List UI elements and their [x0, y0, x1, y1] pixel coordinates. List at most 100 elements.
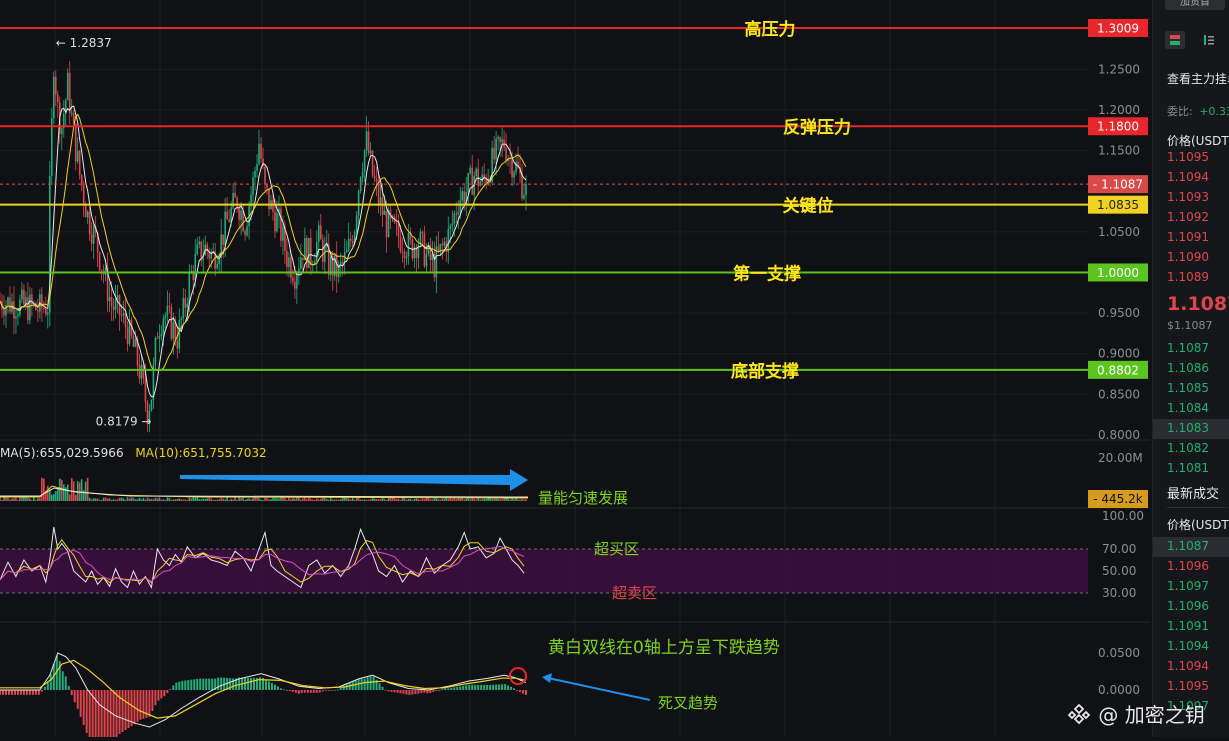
- macd-histogram-bar: [444, 688, 447, 690]
- macd-histogram-bar: [193, 679, 196, 690]
- bid-row[interactable]: 1.1087: [1167, 341, 1209, 355]
- candle-body: [467, 173, 470, 193]
- ask-row[interactable]: 1.1094: [1167, 170, 1209, 184]
- volume-bar: [210, 498, 212, 501]
- volume-bar: [337, 499, 340, 501]
- candle-body: [244, 230, 246, 236]
- macd-histogram-bar: [516, 690, 519, 691]
- levels: 高压力 1.3009 反弹压力 1.1800 关键位 1.0835 第一支撑 1.0000 底部…: [0, 19, 1148, 382]
- volume-bar: [132, 497, 135, 501]
- volume-bar: [321, 498, 324, 501]
- candle-body: [274, 211, 276, 232]
- macd-histogram-bar: [315, 690, 318, 693]
- macd-histogram-bar: [513, 688, 516, 690]
- price-chart[interactable]: 高压力 1.3009 反弹压力 1.1800 关键位 1.0835 第一支撑 1.0000 底部…: [0, 0, 1152, 741]
- volume-bar: [56, 488, 59, 501]
- volume-bar: [124, 499, 127, 501]
- candle-body: [280, 208, 282, 241]
- candle-body: [198, 241, 201, 245]
- volume-bar: [80, 479, 83, 501]
- volume-bar: [202, 498, 205, 501]
- volume-bar: [437, 499, 440, 501]
- volume-bar: [146, 497, 149, 501]
- macd-histogram-bar: [264, 679, 267, 690]
- volume-annotation: 量能匀速发展: [538, 489, 628, 507]
- volume-bar: [47, 485, 49, 501]
- level-label: 反弹压力: [783, 117, 851, 138]
- volume-bar: [240, 498, 242, 501]
- volume-bar: [515, 498, 517, 501]
- candle-body: [310, 238, 312, 266]
- volume-bar: [39, 498, 41, 501]
- volume-bar: [13, 498, 15, 501]
- macd-histogram-bar: [390, 690, 393, 692]
- ask-row[interactable]: 1.1093: [1167, 190, 1209, 204]
- candle-body: [268, 188, 270, 210]
- candle-body: [441, 243, 444, 246]
- volume-bar: [369, 499, 372, 501]
- bid-row[interactable]: 1.1081: [1167, 461, 1209, 475]
- bid-row[interactable]: 1.1082: [1167, 441, 1209, 455]
- bid-row[interactable]: 1.1083: [1167, 421, 1209, 435]
- volume-bar: [481, 499, 483, 501]
- volume-bar: [17, 499, 19, 501]
- candle-body: [375, 178, 378, 182]
- volume-bar: [33, 497, 35, 501]
- volume-bar: [192, 497, 195, 501]
- bid-row[interactable]: 1.1084: [1167, 401, 1209, 415]
- macd-histogram-bar: [0, 690, 1, 695]
- volume-bar: [280, 497, 282, 501]
- ask-row[interactable]: 1.1090: [1167, 250, 1209, 264]
- candle-body: [449, 225, 452, 230]
- volume-bar: [479, 499, 481, 501]
- macd-histogram-bar: [151, 690, 154, 712]
- macd-histogram-bar: [405, 690, 408, 695]
- volume-bar: [114, 499, 117, 501]
- bid-row[interactable]: 1.1086: [1167, 361, 1209, 375]
- macd-histogram-bar: [507, 685, 510, 690]
- candle-body: [254, 170, 256, 178]
- ask-row[interactable]: 1.1091: [1167, 230, 1209, 244]
- volume-bar: [327, 499, 330, 501]
- candle-body: [419, 231, 422, 245]
- candle-body: [503, 139, 505, 148]
- candle-body: [246, 226, 248, 236]
- candle-body: [80, 175, 83, 186]
- macd-histogram-bar: [43, 686, 46, 690]
- ask-row[interactable]: 1.1092: [1167, 210, 1209, 224]
- chart-area[interactable]: 高压力 1.3009 反弹压力 1.1800 关键位 1.0835 第一支撑 1.0000 底部…: [0, 0, 1152, 741]
- macd-histogram-bar: [480, 684, 483, 690]
- book-both-icon[interactable]: [1165, 31, 1185, 49]
- ask-row[interactable]: 1.1095: [1167, 150, 1209, 164]
- macd-histogram-bar: [273, 684, 276, 690]
- volume-bar: [308, 497, 310, 501]
- top-button[interactable]: 加货首: [1165, 0, 1225, 10]
- volume-bar: [357, 497, 360, 501]
- macd-histogram-bar: [190, 679, 193, 690]
- volume-bar: [272, 498, 274, 501]
- depth-link[interactable]: 查看主力挂单: [1167, 70, 1229, 87]
- volume-bar: [316, 498, 318, 501]
- volume-bar: [278, 498, 280, 501]
- candle-body: [258, 143, 260, 164]
- book-list-icon[interactable]: [1199, 31, 1219, 49]
- volume-bar: [58, 478, 61, 501]
- macd-histogram-bar: [435, 690, 438, 691]
- volume-bar: [122, 498, 125, 501]
- macd-histogram-bar: [423, 690, 426, 693]
- candle-body: [7, 297, 9, 306]
- macd-histogram-bar: [19, 690, 22, 695]
- candle-body: [186, 303, 189, 308]
- bid-row[interactable]: 1.1085: [1167, 381, 1209, 395]
- candle-body: [264, 165, 266, 184]
- candle-body: [407, 233, 410, 257]
- volume-bar: [54, 491, 57, 501]
- macd-histogram-bar: [363, 678, 366, 690]
- macd-histogram-bar: [417, 690, 420, 694]
- price-tick-label: 1.0500: [1098, 225, 1140, 239]
- volume-bar: [37, 498, 39, 501]
- ask-row[interactable]: 1.1089: [1167, 270, 1209, 284]
- volume-bar: [302, 498, 304, 501]
- macd-histogram-bar: [130, 690, 133, 727]
- volume-bar: [43, 478, 45, 501]
